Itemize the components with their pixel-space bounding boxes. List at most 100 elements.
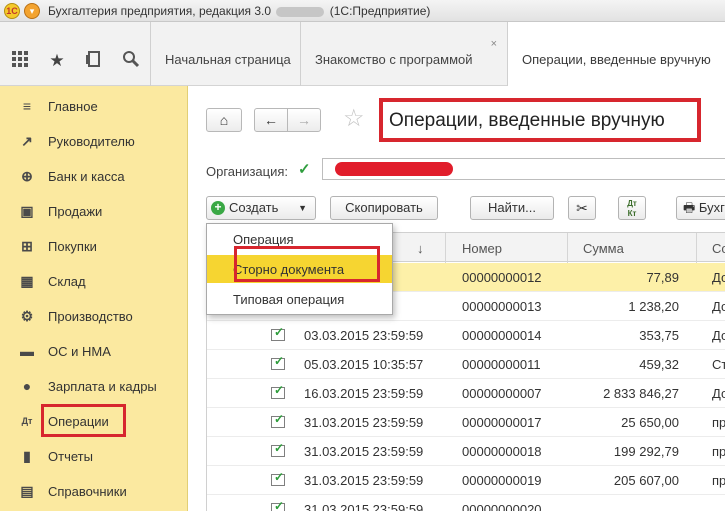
cell-number: 00000000017 — [462, 415, 542, 430]
cell-extra: До — [712, 270, 725, 285]
tab-manual-operations[interactable]: Операции, введенные вручную — [508, 22, 725, 87]
column-sum[interactable]: Сумма — [583, 241, 624, 256]
sidebar-item-label: Отчеты — [48, 449, 93, 464]
sidebar-item-main[interactable]: ≡ Главное — [0, 88, 188, 123]
cell-sum: 77,89 — [646, 270, 679, 285]
menu-icon: ≡ — [22, 98, 32, 114]
dt-kt-button[interactable]: Дт Кт — [618, 196, 646, 220]
sidebar-item-label: Банк и касса — [48, 169, 125, 184]
sidebar-item-label: Склад — [48, 274, 86, 289]
posted-document-icon — [271, 441, 285, 457]
column-extra[interactable]: Со — [712, 241, 725, 256]
cell-number: 00000000012 — [462, 270, 542, 285]
cell-extra: До — [712, 299, 725, 314]
back-button[interactable]: ← — [254, 108, 288, 132]
annotation-highlight: Операции, введенные вручную — [379, 98, 701, 142]
cell-extra: Ст — [712, 357, 725, 372]
table-row[interactable]: 05.03.2015 10:35:57 00000000011 459,32 С… — [207, 350, 725, 379]
warehouse-icon: ▦ — [20, 273, 34, 289]
posted-document-icon — [271, 412, 285, 428]
sidebar-item-salary[interactable]: ● Зарплата и кадры — [0, 368, 188, 403]
page-title: Операции, введенные вручную — [389, 110, 665, 131]
column-number[interactable]: Номер — [462, 241, 502, 256]
sidebar-item-production[interactable]: ⚙ Производство — [0, 298, 188, 333]
create-button[interactable]: + Создать ▼ — [206, 196, 316, 220]
bag-icon: ▣ — [20, 203, 34, 219]
history-icon[interactable] — [83, 50, 105, 72]
tab-home[interactable]: Начальная страница — [151, 22, 301, 86]
cell-sum: 459,32 — [639, 357, 679, 372]
home-button[interactable]: ⌂ — [206, 108, 242, 132]
copy-button[interactable]: Скопировать — [330, 196, 438, 220]
posted-document-icon — [271, 383, 285, 399]
main-content: ⌂ ← → ☆ Операции, введенные вручную Орга… — [188, 86, 725, 511]
truck-icon: ▬ — [20, 343, 34, 359]
cell-extra: пр — [712, 473, 725, 488]
arrow-right-icon: → — [297, 112, 311, 128]
table-row[interactable]: 16.03.2015 23:59:59 00000000007 2 833 84… — [207, 379, 725, 408]
create-label: Создать — [229, 200, 279, 215]
favorites-star-icon[interactable]: ★ — [46, 50, 68, 72]
tab-label: Начальная страница — [165, 52, 291, 67]
cell-sum: 25 650,00 — [621, 415, 679, 430]
cell-number: 00000000014 — [462, 328, 542, 343]
search-icon[interactable] — [120, 50, 142, 72]
table-row[interactable]: 31.03.2015 23:59:59 00000000018 199 292,… — [207, 437, 725, 466]
favorite-star-icon[interactable]: ☆ — [343, 106, 365, 132]
person-icon: ● — [22, 378, 32, 394]
table-row[interactable]: 31.03.2015 23:59:59 00000000019 205 607,… — [207, 466, 725, 495]
main-menu-button[interactable]: ▾ — [24, 3, 40, 19]
posted-document-icon — [271, 325, 285, 341]
bar-chart-icon: ▮ — [23, 448, 31, 464]
apps-grid-icon[interactable] — [9, 50, 31, 72]
sidebar-item-bank[interactable]: ⊕ Банк и касса — [0, 158, 188, 193]
cell-date: 31.03.2015 23:59:59 — [304, 444, 424, 459]
sidebar-item-label: Справочники — [48, 484, 127, 499]
print-button[interactable]: 🖶 Бухг — [676, 196, 725, 220]
org-field[interactable] — [322, 158, 725, 180]
sidebar-item-reports[interactable]: ▮ Отчеты — [0, 438, 188, 473]
cell-date: 31.03.2015 23:59:59 — [304, 415, 424, 430]
posted-document-icon — [271, 499, 285, 511]
1c-logo-icon: 1С — [4, 3, 20, 19]
tab-label: Знакомство с программой — [315, 52, 473, 67]
table-row[interactable]: 03.03.2015 23:59:59 00000000014 353,75 Д… — [207, 321, 725, 350]
tab-intro[interactable]: Знакомство с программой × — [301, 22, 508, 86]
arrow-left-icon: ← — [264, 112, 278, 128]
cell-date: 05.03.2015 10:35:57 — [304, 357, 424, 372]
tab-label: Операции, введенные вручную — [522, 52, 711, 67]
redacted-text — [276, 6, 325, 17]
menu-item-typical-operation[interactable]: Типовая операция — [207, 285, 392, 313]
menu-item-label: Типовая операция — [233, 292, 345, 307]
table-row[interactable]: 31.03.2015 23:59:59 00000000020 — [207, 495, 725, 511]
sidebar-item-sales[interactable]: ▣ Продажи — [0, 193, 188, 228]
org-checkbox[interactable]: ✓ — [298, 162, 312, 177]
top-panel: ★ Начальная страница Знакомство с програ… — [0, 22, 725, 87]
window-title-left: Бухгалтерия предприятия, редакция 3.0 — [48, 4, 272, 18]
clear-search-icon[interactable]: ✂ — [568, 196, 596, 220]
sidebar-item-assets[interactable]: ▬ ОС и НМА — [0, 333, 188, 368]
sidebar-item-warehouse[interactable]: ▦ Склад — [0, 263, 188, 298]
sidebar-item-label: Продажи — [48, 204, 103, 219]
cell-date: 16.03.2015 23:59:59 — [304, 386, 424, 401]
sidebar-item-catalogs[interactable]: ▤ Справочники — [0, 473, 188, 508]
sort-arrow-icon[interactable]: ↓ — [417, 241, 424, 256]
sidebar-item-label: Производство — [48, 309, 133, 324]
find-button[interactable]: Найти... — [470, 196, 554, 220]
trend-icon: ↗ — [21, 133, 33, 149]
dt-kt-icon: Дт — [21, 416, 33, 426]
cell-sum: 1 238,20 — [628, 299, 679, 314]
sidebar-item-label: ОС и НМА — [48, 344, 111, 359]
sidebar-item-purchases[interactable]: ⊞ Покупки — [0, 228, 188, 263]
cell-sum: 353,75 — [639, 328, 679, 343]
org-label: Организация: — [206, 164, 289, 179]
close-icon[interactable]: × — [491, 38, 497, 50]
forward-button[interactable]: → — [287, 108, 321, 132]
cell-extra: До — [712, 328, 725, 343]
print-label: Бухг — [698, 200, 725, 215]
sidebar-item-label: Покупки — [48, 239, 97, 254]
sidebar-item-director[interactable]: ↗ Руководителю — [0, 123, 188, 158]
table-row[interactable]: 31.03.2015 23:59:59 00000000017 25 650,0… — [207, 408, 725, 437]
sidebar-item-label: Главное — [48, 99, 98, 114]
cell-sum: 2 833 846,27 — [603, 386, 679, 401]
